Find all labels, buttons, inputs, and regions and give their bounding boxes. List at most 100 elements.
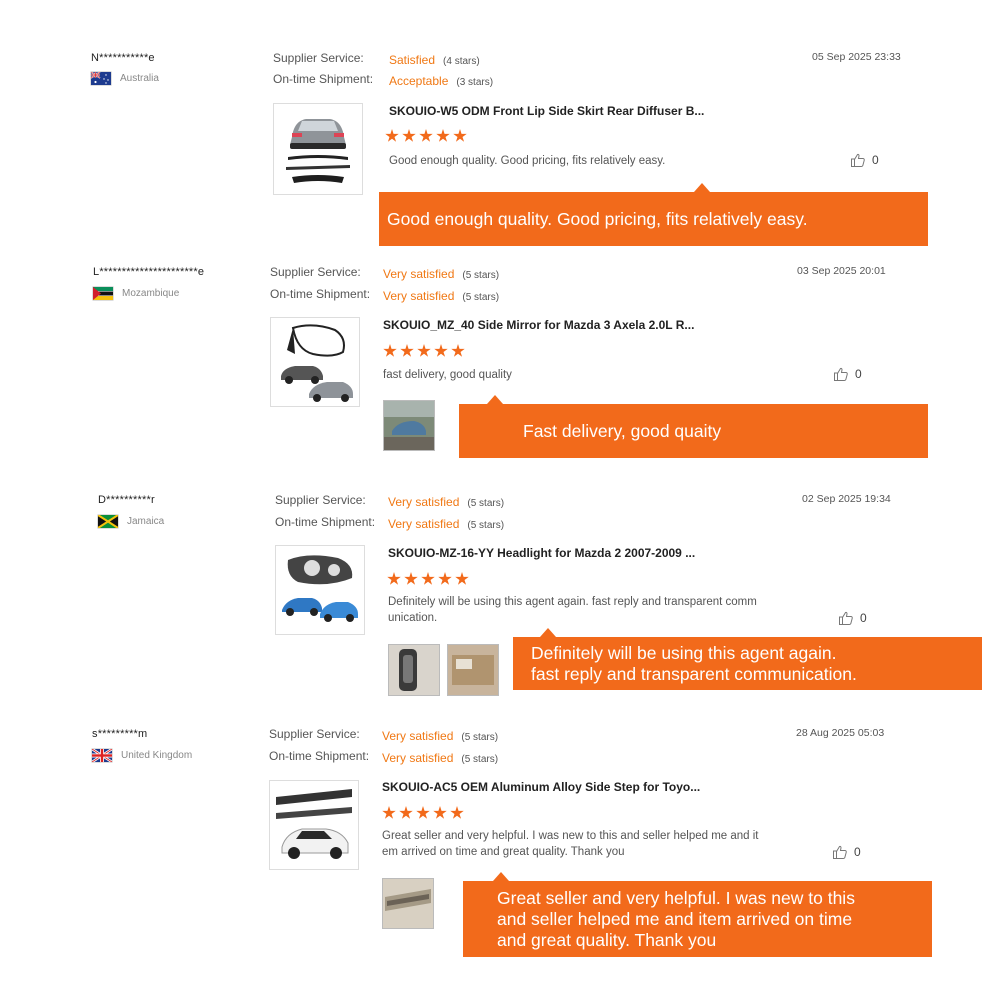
star-icon	[419, 129, 433, 142]
supplier-service-rating: Very satisfied (5 stars)	[383, 265, 499, 283]
shipment-rating: Very satisfied (5 stars)	[383, 287, 499, 305]
supplier-service-stars: (4 stars)	[443, 56, 480, 67]
review-photo[interactable]	[447, 644, 499, 696]
product-title[interactable]: SKOUIO-MZ-16-YY Headlight for Mazda 2 20…	[388, 546, 695, 560]
review-photo[interactable]	[382, 878, 434, 929]
star-icon	[433, 806, 447, 819]
customer-photo-image	[384, 401, 434, 450]
star-icon	[416, 806, 430, 819]
country-label: Mozambique	[122, 288, 180, 299]
supplier-service-label: Supplier Service:	[275, 493, 366, 507]
review-photo[interactable]	[388, 644, 440, 696]
review-date: 05 Sep 2025 23:33	[812, 51, 901, 63]
supplier-service-stars: (5 stars)	[462, 270, 500, 281]
like-button[interactable]: 0	[833, 366, 862, 382]
shipment-label: On-time Shipment:	[275, 515, 376, 529]
like-button[interactable]: 0	[838, 610, 867, 626]
star-icon	[455, 572, 469, 585]
product-thumbnail[interactable]	[270, 317, 360, 407]
shipment-label: On-time Shipment:	[270, 287, 371, 301]
shipment-stars: (3 stars)	[456, 77, 494, 88]
side-mirror-image	[281, 324, 353, 402]
star-icon	[436, 129, 450, 142]
shipment-stars: (5 stars)	[461, 754, 499, 765]
like-count: 0	[860, 611, 867, 625]
buyer-name: s*********m	[92, 728, 148, 740]
thumbs-up-icon	[834, 367, 848, 381]
callout-pointer	[694, 183, 710, 192]
shipment-value: Very satisfied	[388, 517, 460, 531]
callout-pointer	[540, 628, 556, 637]
review-photo[interactable]	[383, 400, 435, 451]
callout-line: and great quality. Thank you	[497, 929, 717, 950]
comment-line: Definitely will be using this agent agai…	[388, 596, 757, 608]
star-icon	[417, 344, 431, 357]
product-title[interactable]: SKOUIO_MZ_40 Side Mirror for Mazda 3 Axe…	[383, 318, 694, 332]
australia-flag-icon	[90, 71, 111, 85]
shipment-value: Acceptable	[389, 74, 449, 88]
country-label: Jamaica	[127, 516, 165, 527]
review-callout: Good enough quality. Good pricing, fits …	[379, 183, 928, 246]
star-icon	[385, 129, 399, 142]
mozambique-flag-icon	[93, 287, 113, 300]
comment-line: unication.	[388, 612, 438, 624]
like-button[interactable]: 0	[832, 844, 861, 860]
review-callout: Great seller and very helpful. I was new…	[463, 872, 932, 957]
country-label: United Kingdom	[121, 750, 193, 761]
buyer-name: N***********e	[91, 52, 155, 64]
shipment-rating: Very satisfied (5 stars)	[382, 749, 498, 767]
headlight-image	[282, 555, 358, 622]
shipment-value: Very satisfied	[383, 289, 455, 303]
review-callout: Fast delivery, good quaity	[459, 395, 928, 458]
star-rating	[385, 129, 467, 143]
buyer-country: Australia	[90, 71, 159, 85]
supplier-service-rating: Satisfied (4 stars)	[389, 51, 480, 69]
product-title[interactable]: SKOUIO-W5 ODM Front Lip Side Skirt Rear …	[389, 104, 704, 118]
supplier-service-value: Very satisfied	[382, 729, 454, 743]
supplier-service-value: Satisfied	[389, 53, 436, 67]
buyer-country: Jamaica	[97, 514, 165, 529]
star-icon	[383, 344, 397, 357]
review-date: 28 Aug 2025 05:03	[796, 727, 885, 739]
customer-photo-image	[448, 645, 498, 695]
callout-line: and seller helped me and item arrived on…	[497, 908, 853, 929]
product-thumbnail[interactable]	[275, 545, 365, 635]
shipment-label: On-time Shipment:	[269, 749, 370, 763]
star-icon	[382, 806, 396, 819]
customer-photo-image	[389, 645, 439, 695]
supplier-service-value: Very satisfied	[383, 267, 455, 281]
callout-line: Great seller and very helpful. I was new…	[497, 887, 855, 908]
star-icon	[438, 572, 452, 585]
customer-photo-image	[383, 879, 433, 928]
country-label: Australia	[120, 73, 159, 84]
review-comment: Good enough quality. Good pricing, fits …	[389, 155, 666, 167]
shipment-rating: Very satisfied (5 stars)	[388, 515, 504, 533]
review-comment: fast delivery, good quality	[383, 369, 512, 381]
buyer-country: Mozambique	[93, 287, 179, 300]
like-count: 0	[854, 845, 861, 859]
buyer-name: D**********r	[98, 494, 155, 506]
like-count: 0	[872, 153, 879, 167]
thumbs-up-icon	[839, 611, 853, 625]
product-title[interactable]: SKOUIO-AC5 OEM Aluminum Alloy Side Step …	[382, 780, 700, 794]
callout-text: Great seller and very helpful. I was new…	[497, 888, 855, 951]
thumbs-up-icon	[851, 153, 865, 167]
product-thumbnail[interactable]	[269, 780, 359, 870]
review-comment: Great seller and very helpful. I was new…	[382, 828, 759, 860]
star-icon	[451, 344, 465, 357]
star-icon	[400, 344, 414, 357]
review-comment: Definitely will be using this agent agai…	[388, 594, 757, 626]
review-date: 03 Sep 2025 20:01	[797, 265, 886, 277]
review-date: 02 Sep 2025 19:34	[802, 493, 891, 505]
like-button[interactable]: 0	[850, 152, 879, 168]
star-icon	[421, 572, 435, 585]
review-callout: Definitely will be using this agent agai…	[513, 628, 982, 690]
buyer-country: United Kingdom	[91, 747, 193, 764]
product-thumbnail[interactable]	[273, 103, 363, 195]
supplier-service-label: Supplier Service:	[269, 727, 360, 741]
star-icon	[434, 344, 448, 357]
callout-line: fast reply and transparent communication…	[531, 663, 857, 684]
star-icon	[453, 129, 467, 142]
supplier-service-rating: Very satisfied (5 stars)	[388, 493, 504, 511]
shipment-stars: (5 stars)	[462, 292, 500, 303]
